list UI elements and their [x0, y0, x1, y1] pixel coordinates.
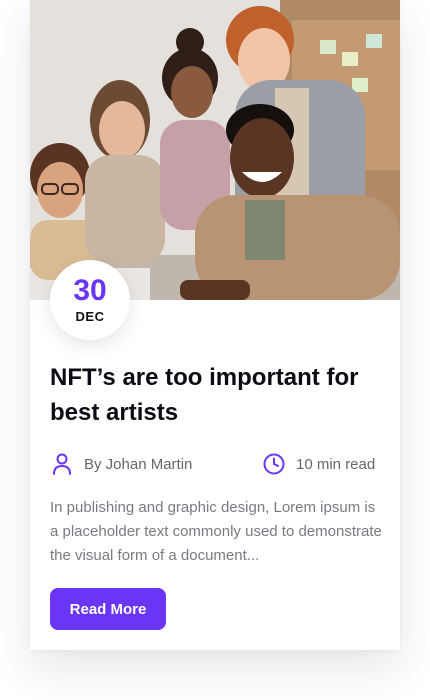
read-time-meta: 10 min read: [262, 452, 375, 476]
clock-icon: [262, 452, 286, 476]
date-month: DEC: [75, 309, 105, 324]
date-badge: 30 DEC: [50, 260, 130, 340]
read-more-button[interactable]: Read More: [50, 588, 166, 630]
post-title[interactable]: NFT’s are too important for best artists: [50, 360, 390, 430]
author-name: By Johan Martin: [84, 455, 193, 473]
author-meta[interactable]: By Johan Martin: [50, 452, 192, 476]
user-icon: [50, 452, 74, 476]
read-time: 10 min read: [296, 455, 376, 473]
blog-card: 30 DEC NFT’s are too important for best …: [30, 0, 400, 650]
date-day: 30: [73, 274, 107, 307]
post-excerpt: In publishing and graphic design, Lorem …: [50, 499, 382, 564]
post-photo: [30, 0, 400, 300]
team-photo-illustration: [30, 0, 400, 300]
